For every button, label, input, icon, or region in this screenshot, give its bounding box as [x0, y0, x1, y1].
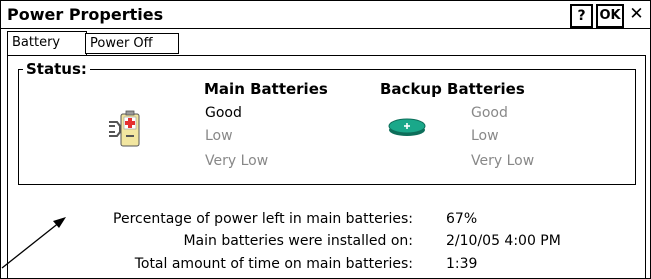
- tab-battery[interactable]: Battery: [7, 31, 87, 56]
- info-installed-value: 2/10/05 4:00 PM: [446, 233, 561, 249]
- backup-batteries-heading: Backup Batteries: [380, 80, 525, 98]
- main-status-good: Good: [205, 105, 242, 121]
- backup-status-good: Good: [471, 105, 508, 121]
- help-button[interactable]: ?: [570, 4, 593, 28]
- main-status-very-low: Very Low: [205, 153, 269, 169]
- backup-battery-icon: [388, 118, 426, 136]
- title-bar: Power Properties ? OK ✕: [1, 1, 650, 29]
- main-status-low: Low: [205, 128, 233, 144]
- status-group: Status: Main Batteries Good Low Very Low: [18, 60, 636, 185]
- info-time-value: 1:39: [446, 256, 478, 272]
- tab-power-off[interactable]: Power Off: [85, 33, 179, 54]
- info-percentage-label: Percentage of power left in main batteri…: [113, 211, 413, 227]
- close-button[interactable]: ✕: [627, 4, 646, 24]
- battery-tab-panel: Status: Main Batteries Good Low Very Low: [7, 55, 646, 278]
- info-time-label: Total amount of time on main batteries:: [134, 256, 413, 272]
- backup-status-very-low: Very Low: [471, 153, 535, 169]
- power-properties-window: Power Properties ? OK ✕ Battery Power Of…: [0, 0, 651, 279]
- main-battery-icon: [109, 110, 140, 147]
- ok-button[interactable]: OK: [596, 4, 624, 28]
- backup-status-low: Low: [471, 128, 499, 144]
- window-title: Power Properties: [7, 5, 164, 24]
- status-group-label: Status:: [23, 60, 90, 78]
- info-percentage-value: 67%: [446, 211, 478, 227]
- info-installed-label: Main batteries were installed on:: [183, 233, 413, 249]
- main-batteries-heading: Main Batteries: [204, 80, 328, 98]
